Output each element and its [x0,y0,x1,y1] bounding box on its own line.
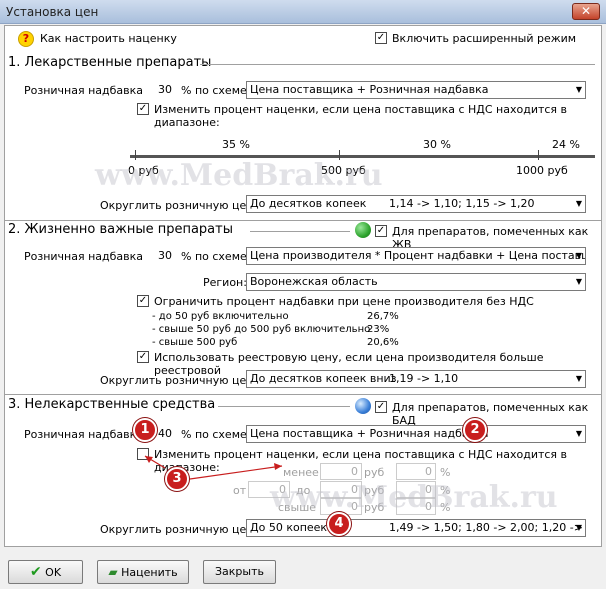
annotation-arrows [144,455,283,480]
marker-1: 1 [133,418,157,442]
close-button[interactable]: Закрыть [203,560,276,584]
close-button-label: Закрыть [215,565,264,578]
markup-button-label: Наценить [121,566,178,579]
marker-4: 4 [327,512,351,536]
ok-button[interactable]: ✔ OK [8,560,83,584]
marker-2: 2 [463,418,487,442]
check-icon: ✔ [29,564,42,580]
ok-button-label: OK [45,566,62,579]
markup-button[interactable]: ▰ Наценить [97,560,189,584]
money-icon: ▰ [108,565,118,579]
marker-3: 3 [165,467,189,491]
